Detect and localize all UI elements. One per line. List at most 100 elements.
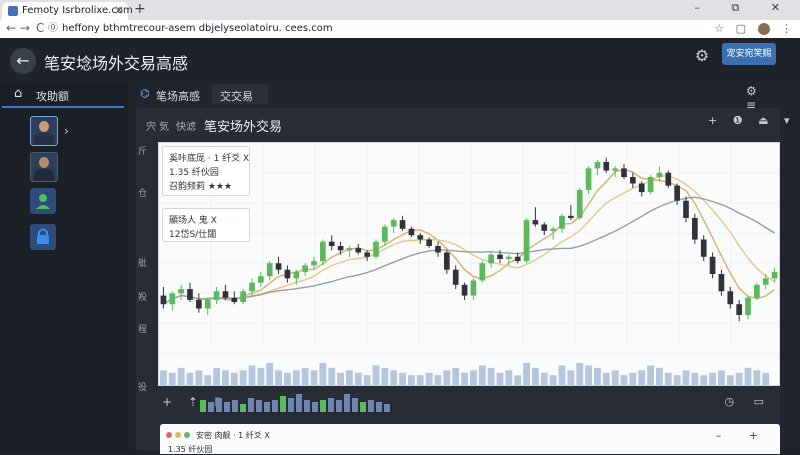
volume-bar — [744, 367, 752, 385]
mini-volume-bar — [280, 396, 286, 412]
volume-bar — [602, 372, 610, 385]
candle-body — [328, 241, 335, 246]
candle-body — [302, 265, 308, 272]
volume-bar — [284, 372, 291, 385]
browser-toolbar-right: ☆ ▢ ⋮ — [706, 20, 792, 38]
mini-volume-bar — [360, 402, 366, 412]
info-line: 12岱S/仕闥 — [169, 230, 217, 240]
tab-trade[interactable]: 交交易 — [212, 84, 268, 104]
url-text: heffony bthmtrecour-asem dbjelyseolatoir… — [62, 23, 333, 34]
volume-bar — [186, 372, 194, 385]
mini-volume-bar — [344, 394, 350, 412]
volume-bar — [372, 365, 380, 385]
sidebar-item-user[interactable] — [30, 188, 56, 214]
panel-header-small-2[interactable]: 快滤 — [176, 118, 196, 133]
volume-bar — [248, 365, 256, 385]
sidebar-item-avatar-2[interactable] — [30, 152, 58, 182]
candle-body — [382, 226, 388, 242]
volume-bar — [549, 375, 557, 385]
panel-header-actions[interactable]: + ❶ ⏏ ▾ — [708, 114, 795, 127]
primary-action-button[interactable]: 宠安宛笑赐 — [722, 43, 776, 65]
tab-market[interactable]: ⌬ 笔场高感 — [134, 84, 214, 104]
volume-bar — [319, 363, 327, 385]
volume-bar — [496, 372, 504, 385]
site-info-icon[interactable]: ⓪ — [48, 23, 58, 34]
candle-body — [461, 284, 468, 296]
volume-bar — [168, 372, 176, 385]
volume-bar — [346, 370, 353, 385]
browser-tab[interactable]: Femoty Isrbrolixe.com × — [2, 2, 133, 20]
candle-body — [390, 220, 397, 227]
candle-body — [550, 228, 556, 231]
candle-body — [196, 299, 202, 309]
sidebar-tab-label: 攻助额 — [36, 90, 69, 103]
mini-volume-strip — [200, 394, 390, 412]
volume-bar — [664, 372, 672, 385]
profile-avatar[interactable] — [757, 23, 770, 35]
mini-volume-bar — [304, 400, 310, 412]
sidebar-tab[interactable]: ⌂ 攻助额 — [2, 84, 124, 108]
ma-fast-line — [163, 168, 776, 305]
volume-bar — [390, 370, 398, 385]
candle-body — [754, 284, 760, 298]
mini-volume-bar — [368, 400, 374, 412]
tab-label: 交交易 — [220, 90, 253, 103]
candle-body — [373, 241, 379, 257]
volume-bar — [266, 363, 274, 385]
bottom-window-controls[interactable]: – + — [716, 429, 770, 442]
volume-bar — [718, 370, 725, 385]
volume-bar — [558, 365, 566, 385]
candle-body — [479, 263, 486, 281]
chart-tools-right[interactable]: ◷ ▭ — [725, 395, 773, 408]
browser-menu-icon[interactable]: ⋮ — [781, 22, 792, 35]
candle-body — [355, 248, 362, 253]
y-axis-label: 羖 — [138, 293, 148, 303]
volume-bar — [434, 375, 442, 385]
window-controls[interactable]: – ⧉ ✕ — [694, 1, 794, 15]
mini-volume-bar — [224, 402, 230, 412]
volume-bar — [514, 375, 522, 385]
candle-body — [576, 189, 583, 218]
back-button[interactable]: ← — [10, 48, 36, 74]
volume-bar — [408, 375, 415, 385]
extensions-icon[interactable]: ▢ — [736, 22, 746, 35]
bookmark-star-icon[interactable]: ☆ — [714, 22, 724, 35]
sidebar-item-avatar-1[interactable] — [30, 116, 58, 146]
settings-gear-icon[interactable]: ⚙ — [692, 46, 712, 66]
new-tab-button[interactable]: + — [134, 1, 146, 17]
market-tab-icon: ⌬ — [140, 87, 150, 100]
forward-nav-icon[interactable]: → — [20, 21, 30, 35]
info-tooltip-2: 顯场人 鬼 ⵝ 12岱S/仕闥 — [162, 208, 250, 242]
volume-bar — [257, 367, 265, 385]
volume-bar — [682, 370, 690, 385]
volume-bar — [585, 365, 592, 385]
candle-body — [692, 217, 698, 240]
chevron-right-icon[interactable]: › — [64, 124, 69, 138]
volume-bar — [532, 367, 539, 385]
volume-bar — [487, 367, 495, 385]
candle-body — [647, 177, 654, 193]
volume-bar — [594, 367, 601, 385]
close-tab-icon[interactable]: × — [114, 3, 124, 17]
mini-volume-bar — [328, 398, 334, 412]
candle-body — [638, 183, 645, 193]
candlestick-chart[interactable] — [158, 142, 780, 386]
candle-body — [736, 304, 742, 315]
panel-header-small-1[interactable]: 宍 気 — [146, 118, 169, 133]
panel-title: 笔安场外交易 — [204, 120, 283, 135]
back-nav-icon[interactable]: ← — [6, 21, 16, 35]
volume-bar — [452, 367, 460, 385]
address-bar[interactable]: ⓪ heffony bthmtrecour-asem dbjelyseolatoi… — [48, 22, 720, 36]
volume-bar — [478, 365, 486, 385]
candle-body — [408, 228, 415, 236]
candle-body — [435, 246, 441, 253]
candle-body — [444, 252, 450, 270]
volume-bar — [470, 370, 477, 385]
volume-bar — [611, 370, 619, 385]
candle-body — [630, 177, 636, 184]
volume-bar — [239, 370, 247, 385]
chart-canvas[interactable] — [159, 143, 779, 385]
mini-volume-bar — [320, 400, 326, 412]
sidebar-item-lock[interactable] — [30, 224, 56, 250]
reload-icon[interactable]: C — [36, 21, 44, 35]
